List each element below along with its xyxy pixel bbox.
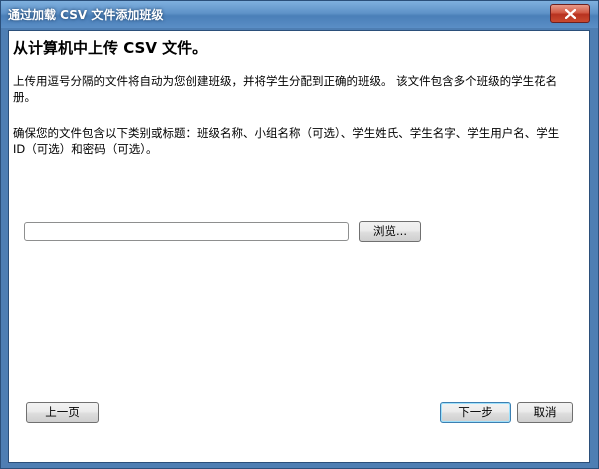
cancel-button[interactable]: 取消 [517,402,573,423]
dialog-window: 通过加载 CSV 文件添加班级 从计算机中上传 CSV 文件。 上传用逗号分隔的… [0,0,599,469]
dialog-title: 通过加载 CSV 文件添加班级 [8,8,164,22]
next-button[interactable]: 下一步 [440,402,511,423]
close-button[interactable] [550,4,590,23]
close-icon [565,9,576,19]
file-path-input[interactable] [24,222,349,241]
title-bar[interactable]: 通过加载 CSV 文件添加班级 [1,1,598,28]
description-text: 上传用逗号分隔的文件将自动为您创建班级，并将学生分配到正确的班级。 该文件包含多… [13,74,558,104]
browse-button[interactable]: 浏览... [359,221,421,242]
previous-button[interactable]: 上一页 [26,402,99,423]
requirements-text: 确保您的文件包含以下类别或标题：班级名称、小组名称（可选）、学生姓氏、学生名字、… [13,126,560,156]
page-heading: 从计算机中上传 CSV 文件。 [13,39,208,57]
